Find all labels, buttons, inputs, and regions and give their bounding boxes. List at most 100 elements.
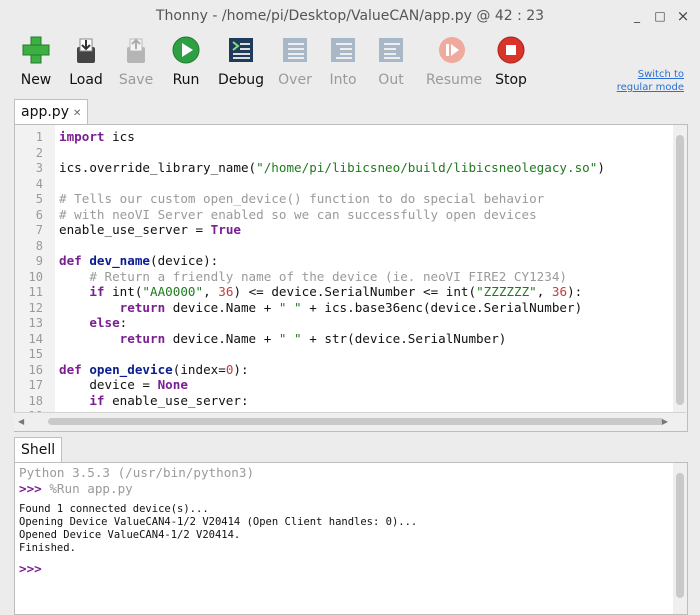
code-line: def dev_name(device): [59,253,218,268]
code-token: "/home/pi/libicsneo/build/libicsneolegac… [256,160,598,175]
new-label: New [20,72,52,88]
code-line: ics.override_library_name("/home/pi/libi… [59,160,605,175]
code-line: if enable_use_server: [59,392,248,408]
code-line: return device.Name + " " + ics.base36enc… [59,299,583,315]
shell-input-line[interactable]: >>> [19,561,42,576]
editor-vertical-scrollbar[interactable] [673,125,687,431]
code-line: else: [59,315,127,330]
line-number: 14 [28,331,43,346]
code-token: if [59,392,113,408]
save-label: Save [118,72,154,88]
new-icon [22,36,50,64]
code-token: if [59,284,113,299]
code-editor[interactable]: 1 2 3 4 5 6 7 8 9 10 11 12 13 14 15 16 1… [14,124,688,432]
code-line: def open_device(index=0): [59,362,249,377]
scroll-left-arrow-icon[interactable]: ◀ [18,417,24,426]
toolbar: New Load Save Run Debug Over Into Out Re… [0,32,700,94]
python-version-line: Python 3.5.3 (/usr/bin/python3) [19,465,255,480]
code-token: else [59,315,120,330]
line-number: 12 [28,300,43,315]
code-token: enable_use_server = [59,222,211,237]
stop-label: Stop [495,72,527,88]
resume-button[interactable]: Resume [426,35,482,88]
load-button[interactable]: Load [60,35,112,88]
line-number: 5 [35,192,43,206]
run-button[interactable]: Run [160,35,212,88]
debug-button[interactable]: Debug [215,35,267,88]
save-button[interactable]: Save [110,35,162,88]
code-line: enable_use_server = True [59,222,241,237]
new-button[interactable]: New [10,35,62,88]
debug-icon [229,38,253,62]
shell-vertical-scrollbar[interactable] [673,463,687,614]
code-line: return device.Name + " " + str(device.Se… [59,330,507,346]
scroll-right-arrow-icon[interactable]: ▶ [662,417,668,426]
code-line: device = None [59,377,188,392]
resume-icon [439,37,465,63]
close-tab-icon[interactable]: ✕ [73,108,81,119]
code-token: (index= [172,361,226,377]
title-bar: Thonny - /home/pi/Desktop/ValueCAN/app.p… [0,0,700,32]
output-line: Found 1 connected device(s)... [19,503,209,515]
code-token: : [119,315,128,330]
shell-panel[interactable]: Python 3.5.3 (/usr/bin/python3) >>> %Run… [14,462,688,615]
code-token: 36 [218,284,234,299]
line-number: 10 [28,269,43,284]
scroll-thumb[interactable] [676,135,684,405]
switch-mode-line1: Switch to [637,69,684,80]
debug-label: Debug [217,72,265,88]
code-token: dev_name [89,253,151,268]
line-number: 7 [35,223,43,237]
run-command-line: >>> %Run app.py [19,481,133,496]
code-token: ics.override_library_name( [59,160,257,175]
editor-horizontal-scrollbar[interactable]: ◀ ▶ [14,412,686,431]
tab-shell[interactable]: Shell [14,437,63,464]
shell-prompt: >>> [19,561,42,576]
line-number: 1 [35,130,43,144]
switch-mode-link[interactable]: Switch to regular mode [617,68,684,94]
save-icon [127,38,145,63]
step-over-label: Over [278,72,312,88]
stop-button[interactable]: Stop [485,35,537,88]
code-token: ): [567,284,583,299]
code-line: if int("AA0000", 36) <= device.SerialNum… [59,284,582,299]
code-token: " " [278,330,302,346]
code-token: "AA0000" [142,284,204,299]
code-token: return [59,299,173,315]
line-number: 4 [35,176,43,191]
code-token: ): [233,361,249,377]
code-token: (device): [150,253,219,268]
code-token: , [536,284,552,299]
line-number: 8 [35,238,43,253]
tab-shell-label: Shell [21,442,56,458]
code-token: def [59,361,90,377]
code-token: 36 [551,284,568,299]
code-token: return [59,330,173,346]
tab-app-py[interactable]: app.py ✕ [14,99,89,126]
code-comment: # Return a friendly name of the device (… [59,268,567,284]
step-into-button[interactable]: Into [317,35,369,88]
code-token: " " [278,299,302,315]
output-line: Opening Device ValueCAN4-1/2 V20414 (Ope… [19,516,418,528]
code-comment: # Tells our custom open_device() functio… [59,191,545,206]
maximize-button[interactable]: □ [653,9,667,23]
close-window-button[interactable]: × [676,9,690,24]
scroll-thumb[interactable] [48,418,664,425]
code-token: ) <= device.SerialNumber <= int( [233,284,477,299]
code-token: def [59,253,90,268]
code-token: device = [59,377,158,392]
code-token: None [157,377,188,392]
minimize-button[interactable]: _ [630,9,644,23]
run-icon [172,36,200,64]
code-token: open_device [89,361,173,377]
output-line: Opened Device ValueCAN4-1/2 V20414. [19,529,241,541]
step-out-button[interactable]: Out [365,35,417,88]
line-number: 13 [28,316,43,330]
line-number: 6 [35,207,43,222]
step-over-icon [283,38,307,62]
step-over-button[interactable]: Over [269,35,321,88]
scroll-thumb[interactable] [676,473,684,598]
code-token: device.Name + [172,330,279,346]
code-token: True [210,222,241,237]
step-into-label: Into [329,72,357,88]
